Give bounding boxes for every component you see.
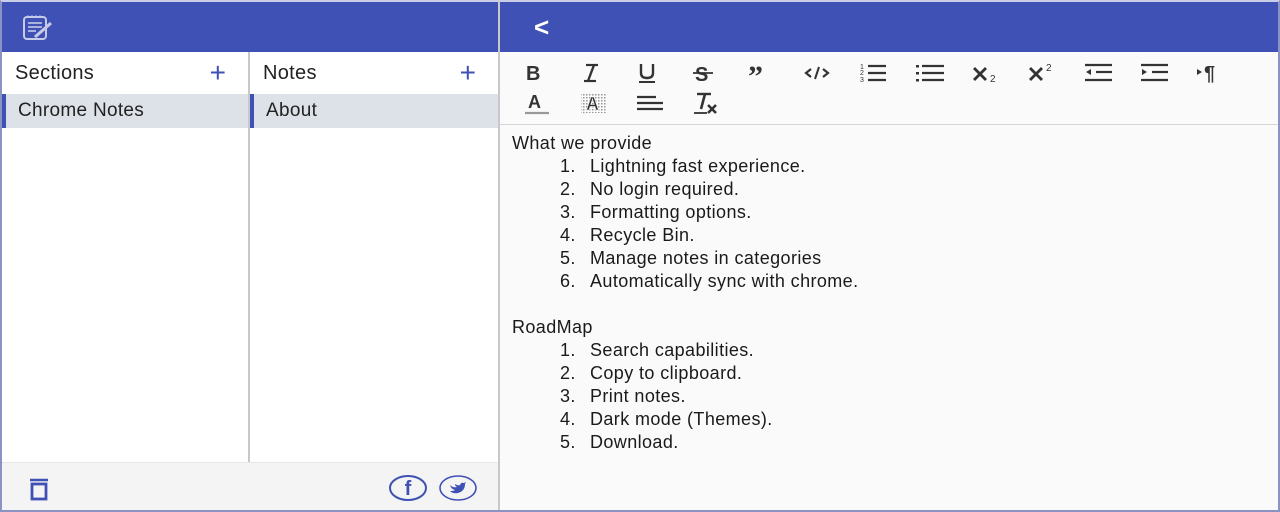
indent-icon [1141, 63, 1168, 82]
underline-button[interactable] [626, 58, 682, 88]
code-icon [804, 66, 830, 80]
format-toolbar: B S ” 123 2 2 ¶ A A [500, 52, 1278, 125]
list-item: 2. No login required. [560, 179, 740, 199]
superscript-icon: 2 [1029, 63, 1052, 81]
sections-header: Sections + [2, 52, 248, 94]
outdent-icon [1085, 63, 1112, 82]
add-section-button[interactable]: + [210, 59, 226, 87]
svg-text:A: A [586, 94, 599, 114]
align-left-icon [637, 95, 663, 111]
ordered-list-button[interactable]: 123 [850, 58, 906, 88]
blockquote-button[interactable]: ” [738, 58, 794, 88]
svg-text:S: S [695, 64, 708, 84]
provide-list: 1. Lightning fast experience. 2. No login … [512, 155, 1266, 293]
facebook-icon[interactable]: f [388, 474, 428, 502]
code-button[interactable] [794, 58, 850, 88]
editor-header: < [500, 2, 1280, 52]
quote-icon: ” [748, 62, 763, 84]
section-heading-roadmap: RoadMap [512, 317, 593, 337]
sections-column: Sections + Chrome Notes [2, 52, 248, 462]
editor-panel: < B S ” 123 2 2 ¶ A A What we provide 1.… [498, 0, 1280, 512]
note-item-about[interactable]: About [250, 94, 498, 128]
text-direction-button[interactable]: ¶ [1186, 58, 1242, 88]
background-color-icon: A [581, 93, 607, 114]
list-item: 3. Formatting options. [560, 202, 752, 222]
notes-header: Notes + [250, 52, 498, 94]
notes-title: Notes [263, 61, 317, 84]
list-item: 6. Automatically sync with chrome. [560, 271, 859, 291]
bullet-list-icon [916, 64, 944, 82]
svg-text:f: f [405, 478, 412, 500]
list-item: 5. Manage notes in categories [560, 248, 822, 268]
indent-button[interactable] [1130, 58, 1186, 88]
list-item: 4. Dark mode (Themes). [560, 409, 773, 429]
subscript-icon: 2 [973, 67, 996, 84]
section-item-label: Chrome Notes [18, 100, 145, 121]
svg-text:B: B [526, 63, 540, 84]
trash-icon[interactable] [28, 477, 50, 501]
list-item: 2. Copy to clipboard. [560, 363, 743, 383]
bullet-list-button[interactable] [906, 58, 962, 88]
ordered-list-icon: 123 [860, 64, 886, 84]
clear-formatting-button[interactable] [682, 88, 738, 118]
italic-icon [584, 63, 598, 83]
app-header [0, 2, 498, 52]
subscript-button[interactable]: 2 [962, 58, 1018, 88]
background-color-button[interactable]: A [570, 88, 626, 118]
list-item: 5. Download. [560, 432, 679, 452]
roadmap-list: 1. Search capabilities. 2. Copy to clipboa… [512, 339, 1266, 454]
sidebar-panel: Sections + Chrome Notes Notes + About f [0, 0, 498, 512]
align-left-button[interactable] [626, 88, 682, 118]
svg-text:¶: ¶ [1204, 63, 1215, 84]
twitter-icon[interactable] [438, 474, 478, 502]
notepad-pencil-icon[interactable] [22, 15, 54, 41]
notes-column: Notes + About [250, 52, 498, 462]
superscript-button[interactable]: 2 [1018, 58, 1074, 88]
add-note-button[interactable]: + [460, 59, 476, 87]
svg-text:2: 2 [860, 70, 864, 77]
list-item: 4. Recycle Bin. [560, 225, 695, 245]
outdent-button[interactable] [1074, 58, 1130, 88]
section-heading-provide: What we provide [512, 133, 653, 153]
list-item: 3. Print notes. [560, 386, 686, 406]
svg-text:2: 2 [990, 74, 996, 84]
strikethrough-button[interactable]: S [682, 58, 738, 88]
list-item: 1. Lightning fast experience. [560, 156, 806, 176]
note-item-label: About [266, 100, 318, 121]
note-editor[interactable]: What we provide 1. Lightning fast experie… [500, 126, 1278, 510]
font-color-button[interactable]: A [514, 88, 570, 118]
text-direction-icon: ¶ [1197, 63, 1215, 84]
sidebar-footer: f [2, 462, 498, 510]
italic-button[interactable] [570, 58, 626, 88]
strikethrough-icon: S [693, 64, 713, 84]
clear-formatting-icon [694, 92, 717, 114]
section-item-chrome-notes[interactable]: Chrome Notes [2, 94, 248, 128]
bold-button[interactable]: B [514, 58, 570, 88]
sections-title: Sections [15, 61, 95, 84]
svg-text:2: 2 [1046, 63, 1052, 74]
svg-text:”: ” [748, 62, 763, 84]
list-item: 1. Search capabilities. [560, 340, 755, 360]
svg-text:A: A [528, 92, 541, 112]
font-color-icon: A [525, 92, 549, 115]
underline-icon [639, 64, 655, 83]
bold-icon: B [526, 63, 540, 84]
svg-text:3: 3 [860, 77, 864, 84]
back-button[interactable]: < [534, 12, 549, 43]
